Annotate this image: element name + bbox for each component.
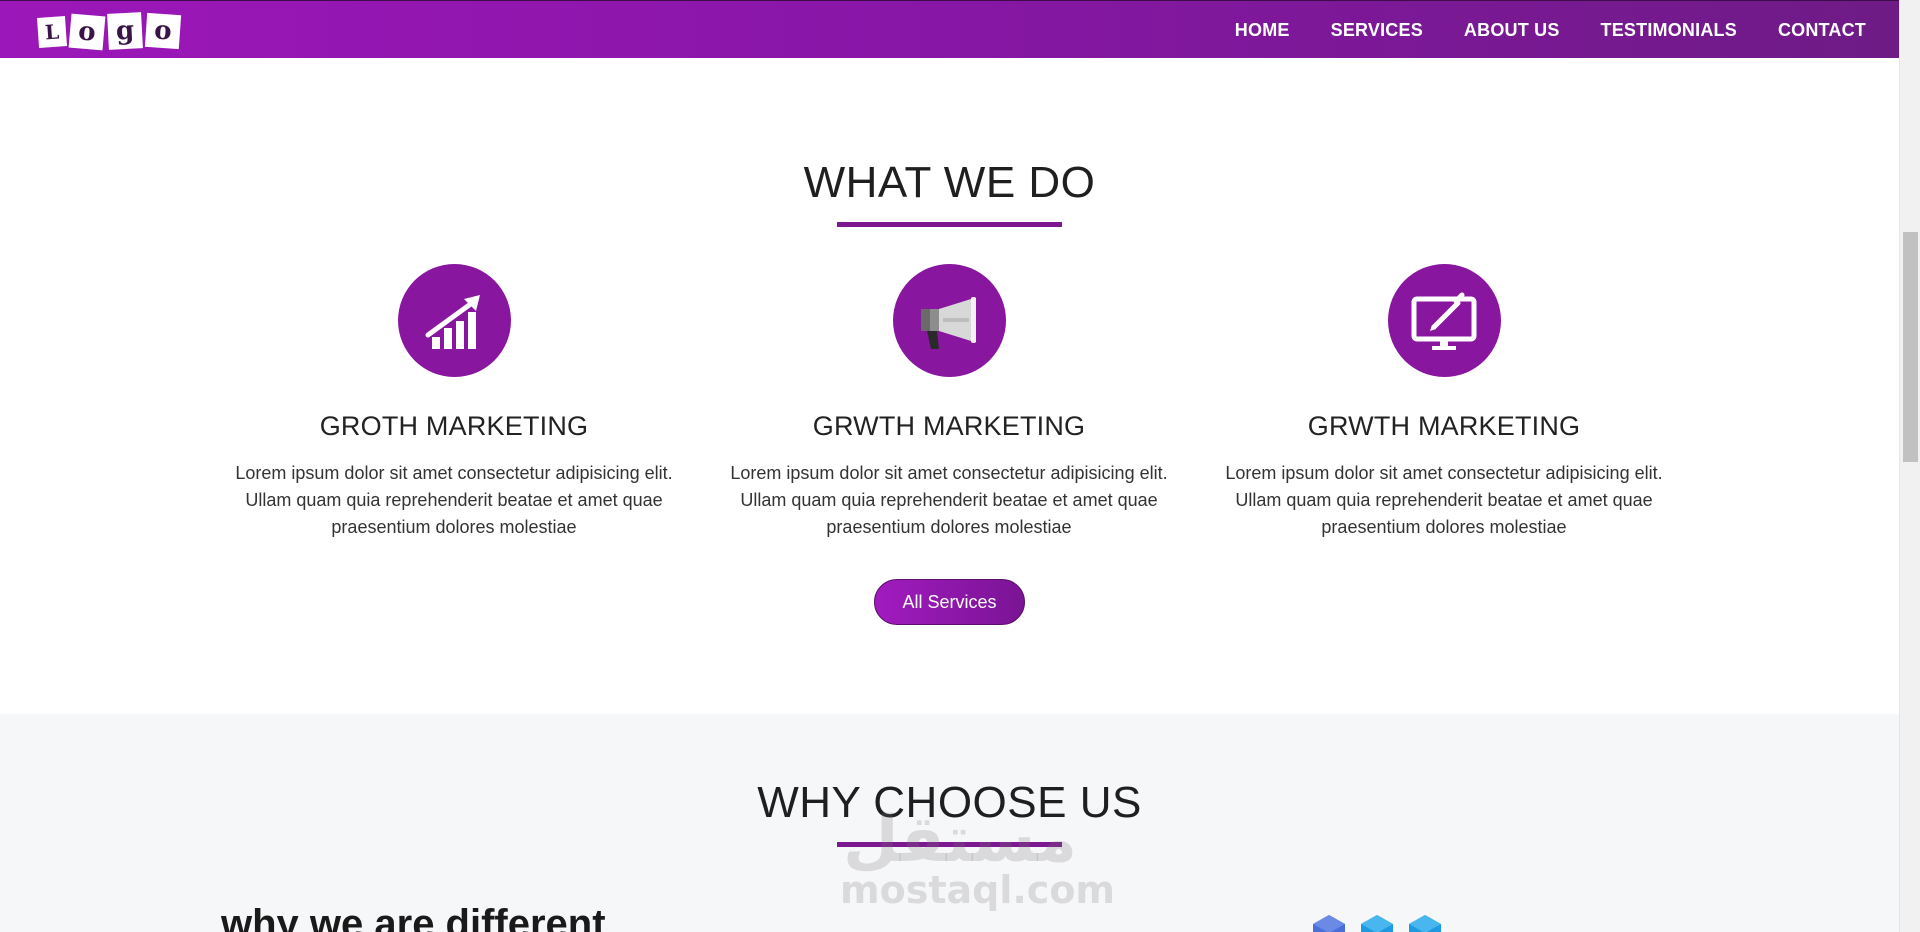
nav-link-contact[interactable]: CONTACT: [1778, 20, 1866, 41]
why-different-heading: why we are different: [221, 902, 606, 932]
logo-letter: g: [107, 12, 143, 50]
monitor-pen-icon: [1387, 264, 1501, 377]
title-underline: [837, 222, 1062, 227]
nav-link-home[interactable]: HOME: [1235, 20, 1290, 41]
nav-menu: HOME SERVICES ABOUT US TESTIMONIALS CONT…: [1235, 1, 1866, 59]
logo-letter: o: [68, 13, 106, 51]
scrollbar-thumb[interactable]: [1903, 232, 1918, 462]
service-description: Lorem ipsum dolor sit amet consectetur a…: [1225, 463, 1663, 537]
service-description: Lorem ipsum dolor sit amet consectetur a…: [730, 463, 1168, 537]
service-card-2: GRWTH MARKETING Lorem ipsum dolor sit am…: [709, 264, 1189, 541]
nav-link-testimonials[interactable]: TESTIMONIALS: [1601, 20, 1737, 41]
service-title: GRWTH MARKETING: [1307, 411, 1581, 441]
service-title: GROTH MARKETING: [319, 411, 589, 441]
vertical-scrollbar[interactable]: [1899, 0, 1920, 932]
megaphone-icon: [892, 264, 1006, 377]
all-services-button[interactable]: All Services: [874, 579, 1025, 625]
what-we-do-title: WHAT WE DO: [803, 158, 1096, 207]
logo[interactable]: L o g o: [36, 12, 182, 51]
nav-link-services[interactable]: SERVICES: [1331, 20, 1423, 41]
service-card-1: GROTH MARKETING Lorem ipsum dolor sit am…: [214, 264, 694, 541]
hexagon-icon: [1361, 915, 1393, 932]
why-choose-us-title: WHY CHOOSE US: [757, 778, 1142, 827]
hexagon-icon: [1409, 915, 1441, 932]
title-underline: [837, 842, 1062, 847]
service-description: Lorem ipsum dolor sit amet consectetur a…: [235, 463, 673, 537]
navbar: L o g o HOME SERVICES ABOUT US TESTIMONI…: [0, 0, 1899, 58]
page-viewport: L o g o HOME SERVICES ABOUT US TESTIMONI…: [0, 0, 1899, 932]
hexagon-icon: [1313, 915, 1345, 932]
hexagon-graphic: [1313, 915, 1441, 932]
nav-link-about-us[interactable]: ABOUT US: [1464, 20, 1560, 41]
growth-chart-icon: [397, 264, 511, 377]
logo-letter: L: [36, 16, 68, 48]
logo-letter: o: [144, 12, 182, 50]
service-title: GRWTH MARKETING: [812, 411, 1086, 441]
service-card-3: GRWTH MARKETING Lorem ipsum dolor sit am…: [1204, 264, 1684, 541]
